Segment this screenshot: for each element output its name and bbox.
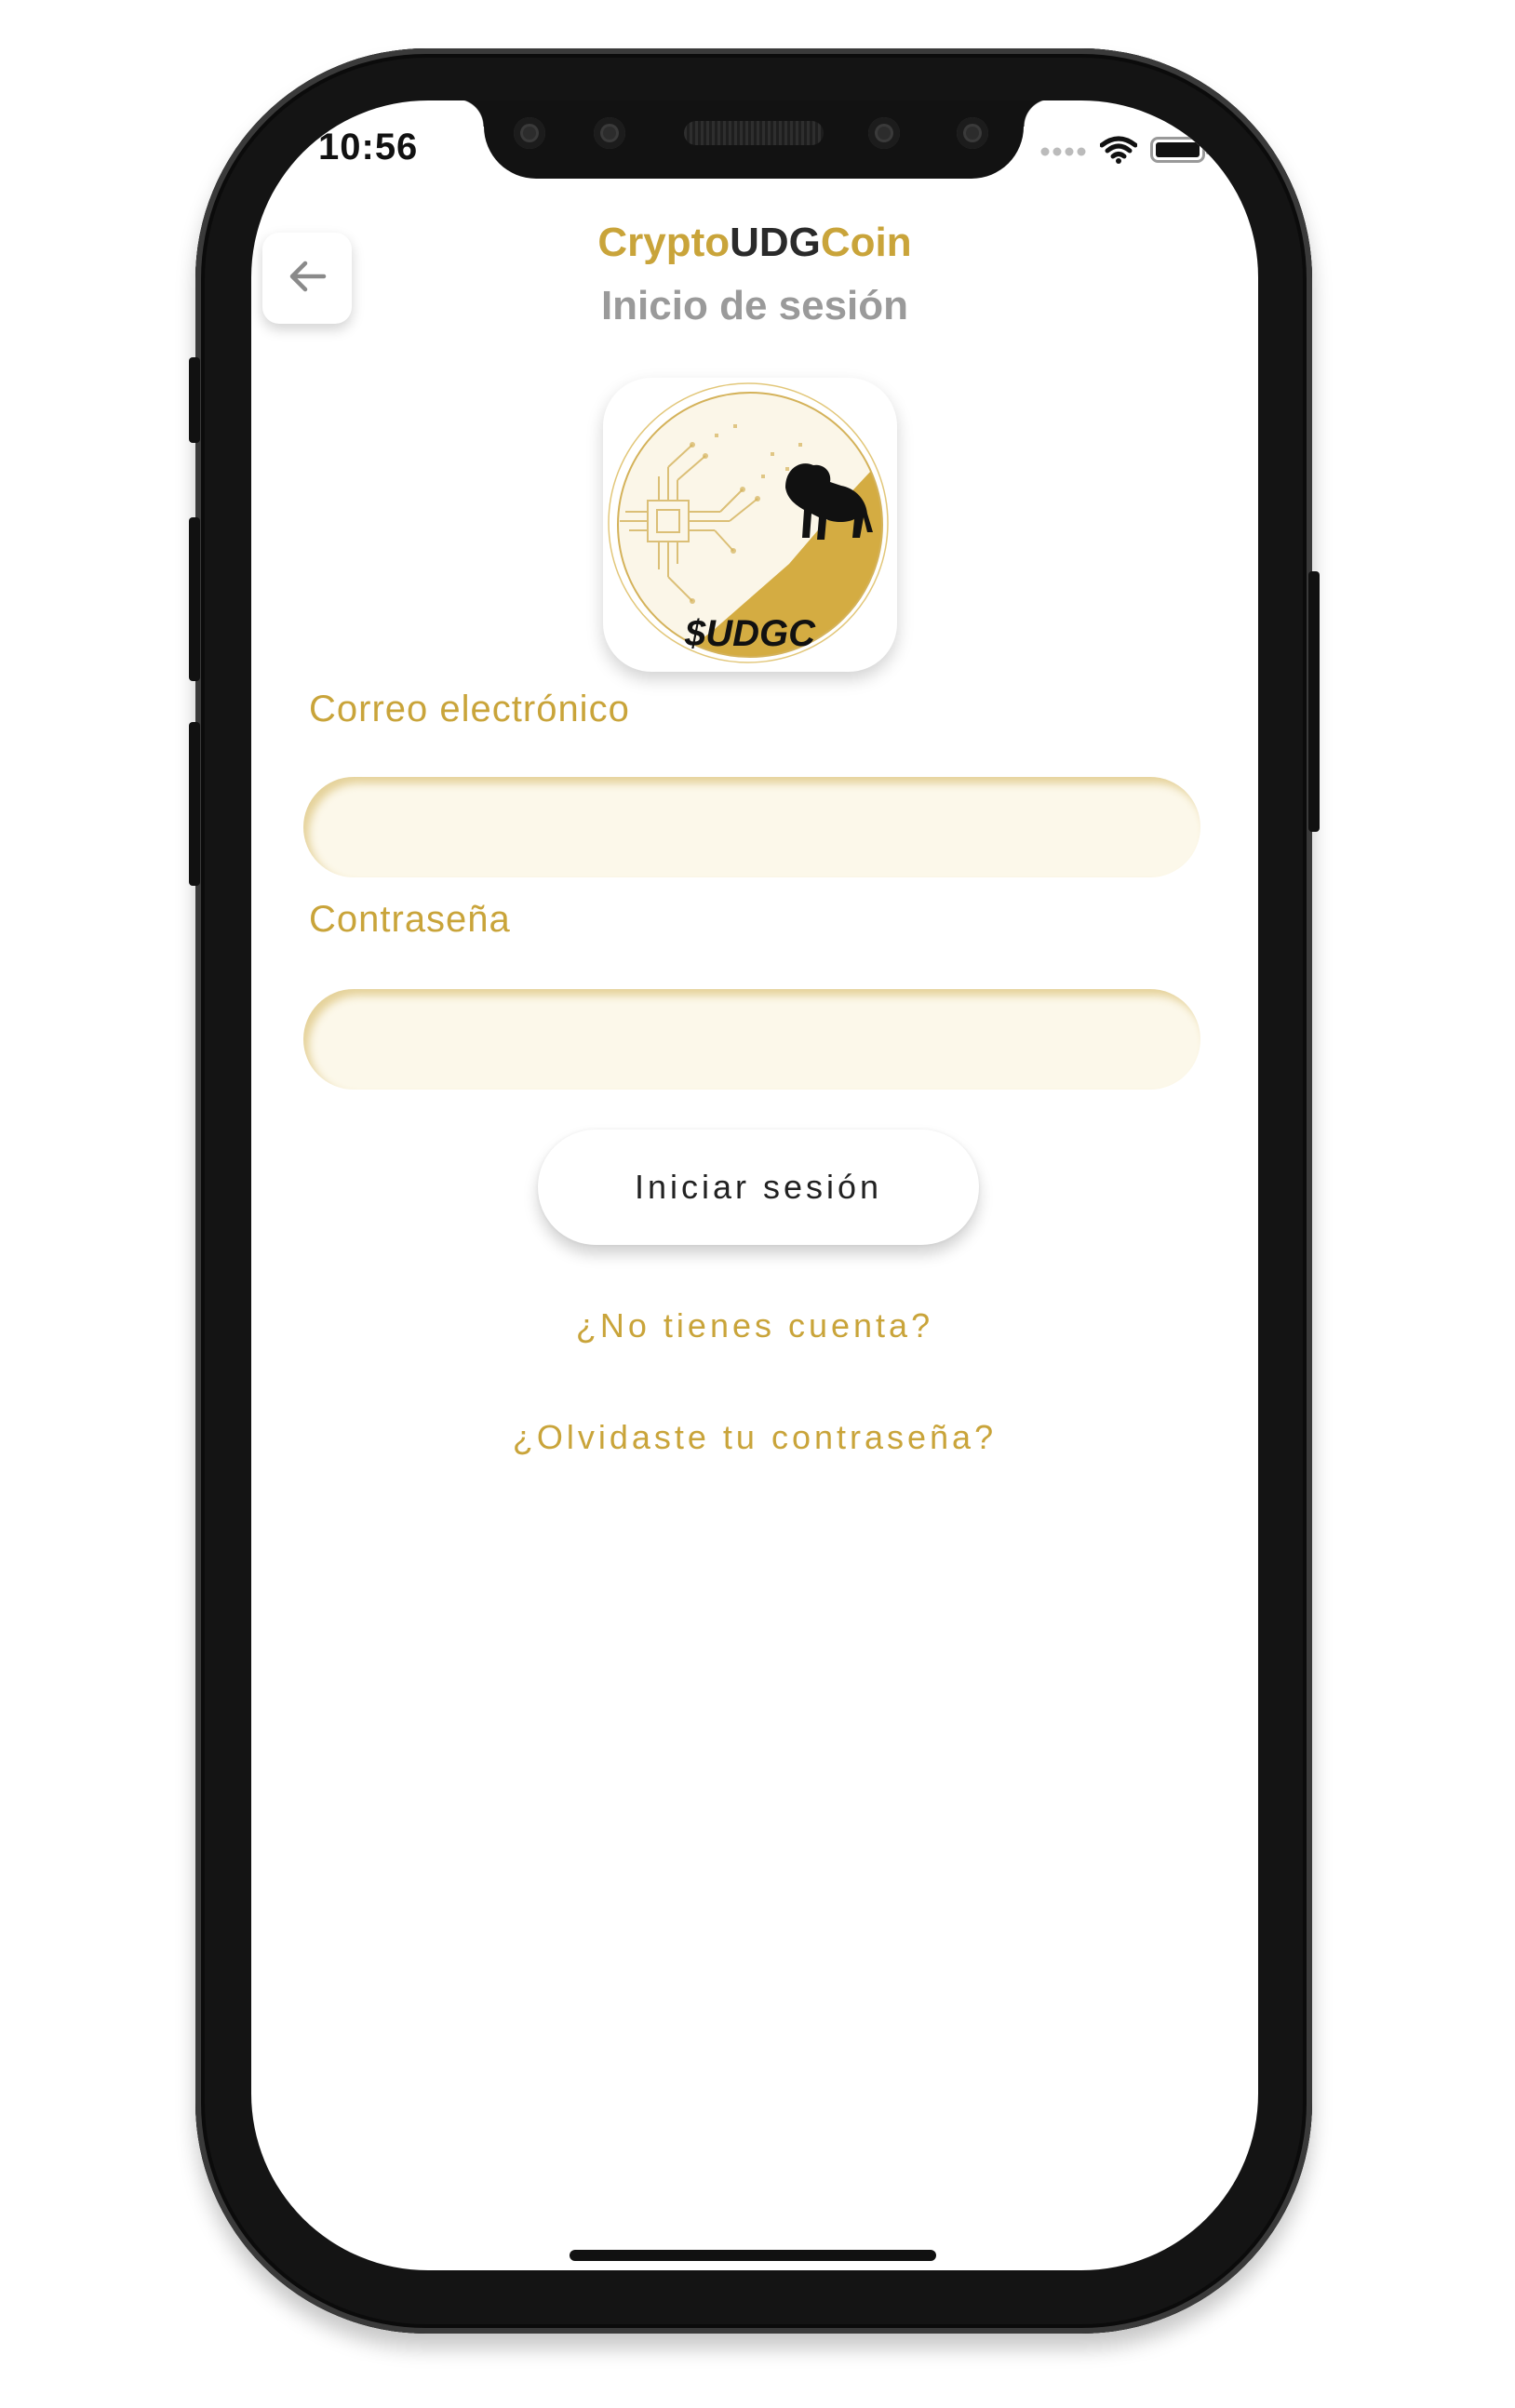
volume-down-button	[189, 722, 200, 886]
page-subtitle: Inicio de sesión	[600, 283, 909, 328]
battery-icon	[1150, 136, 1212, 167]
front-camera	[514, 117, 545, 149]
password-label: Contraseña	[309, 899, 511, 940]
earpiece-speaker	[684, 121, 824, 145]
email-field[interactable]	[303, 777, 1200, 877]
power-button	[1308, 571, 1320, 832]
notch	[456, 100, 1052, 179]
home-indicator	[570, 2250, 936, 2261]
wifi-icon	[1099, 136, 1138, 167]
app-logo: $UDGC	[603, 378, 897, 672]
face-id-sensor	[957, 117, 988, 149]
no-account-link[interactable]: ¿No tienes cuenta?	[251, 1306, 1258, 1345]
proximity-sensor	[868, 117, 900, 149]
app-screen: 10:56 CryptoUDGCoin Inicio de sesión $UD…	[251, 100, 1258, 2270]
app-title-part2: UDG	[730, 220, 821, 265]
volume-up-button	[189, 517, 200, 681]
silent-switch	[189, 357, 200, 443]
status-icons	[1040, 136, 1212, 167]
signal-dots-icon	[1040, 143, 1087, 161]
status-time: 10:56	[318, 127, 419, 167]
forgot-password-link[interactable]: ¿Olvidaste tu contraseña?	[251, 1418, 1258, 1457]
email-label: Correo electrónico	[309, 689, 630, 729]
password-field[interactable]	[303, 989, 1200, 1090]
app-title-part3: Coin	[820, 220, 912, 265]
front-sensor	[594, 117, 625, 149]
app-title: CryptoUDGCoin	[251, 220, 1258, 266]
app-title-part1: Crypto	[597, 220, 731, 265]
logo-ticker: $UDGC	[684, 613, 816, 654]
login-button[interactable]: Iniciar sesión	[538, 1130, 979, 1245]
